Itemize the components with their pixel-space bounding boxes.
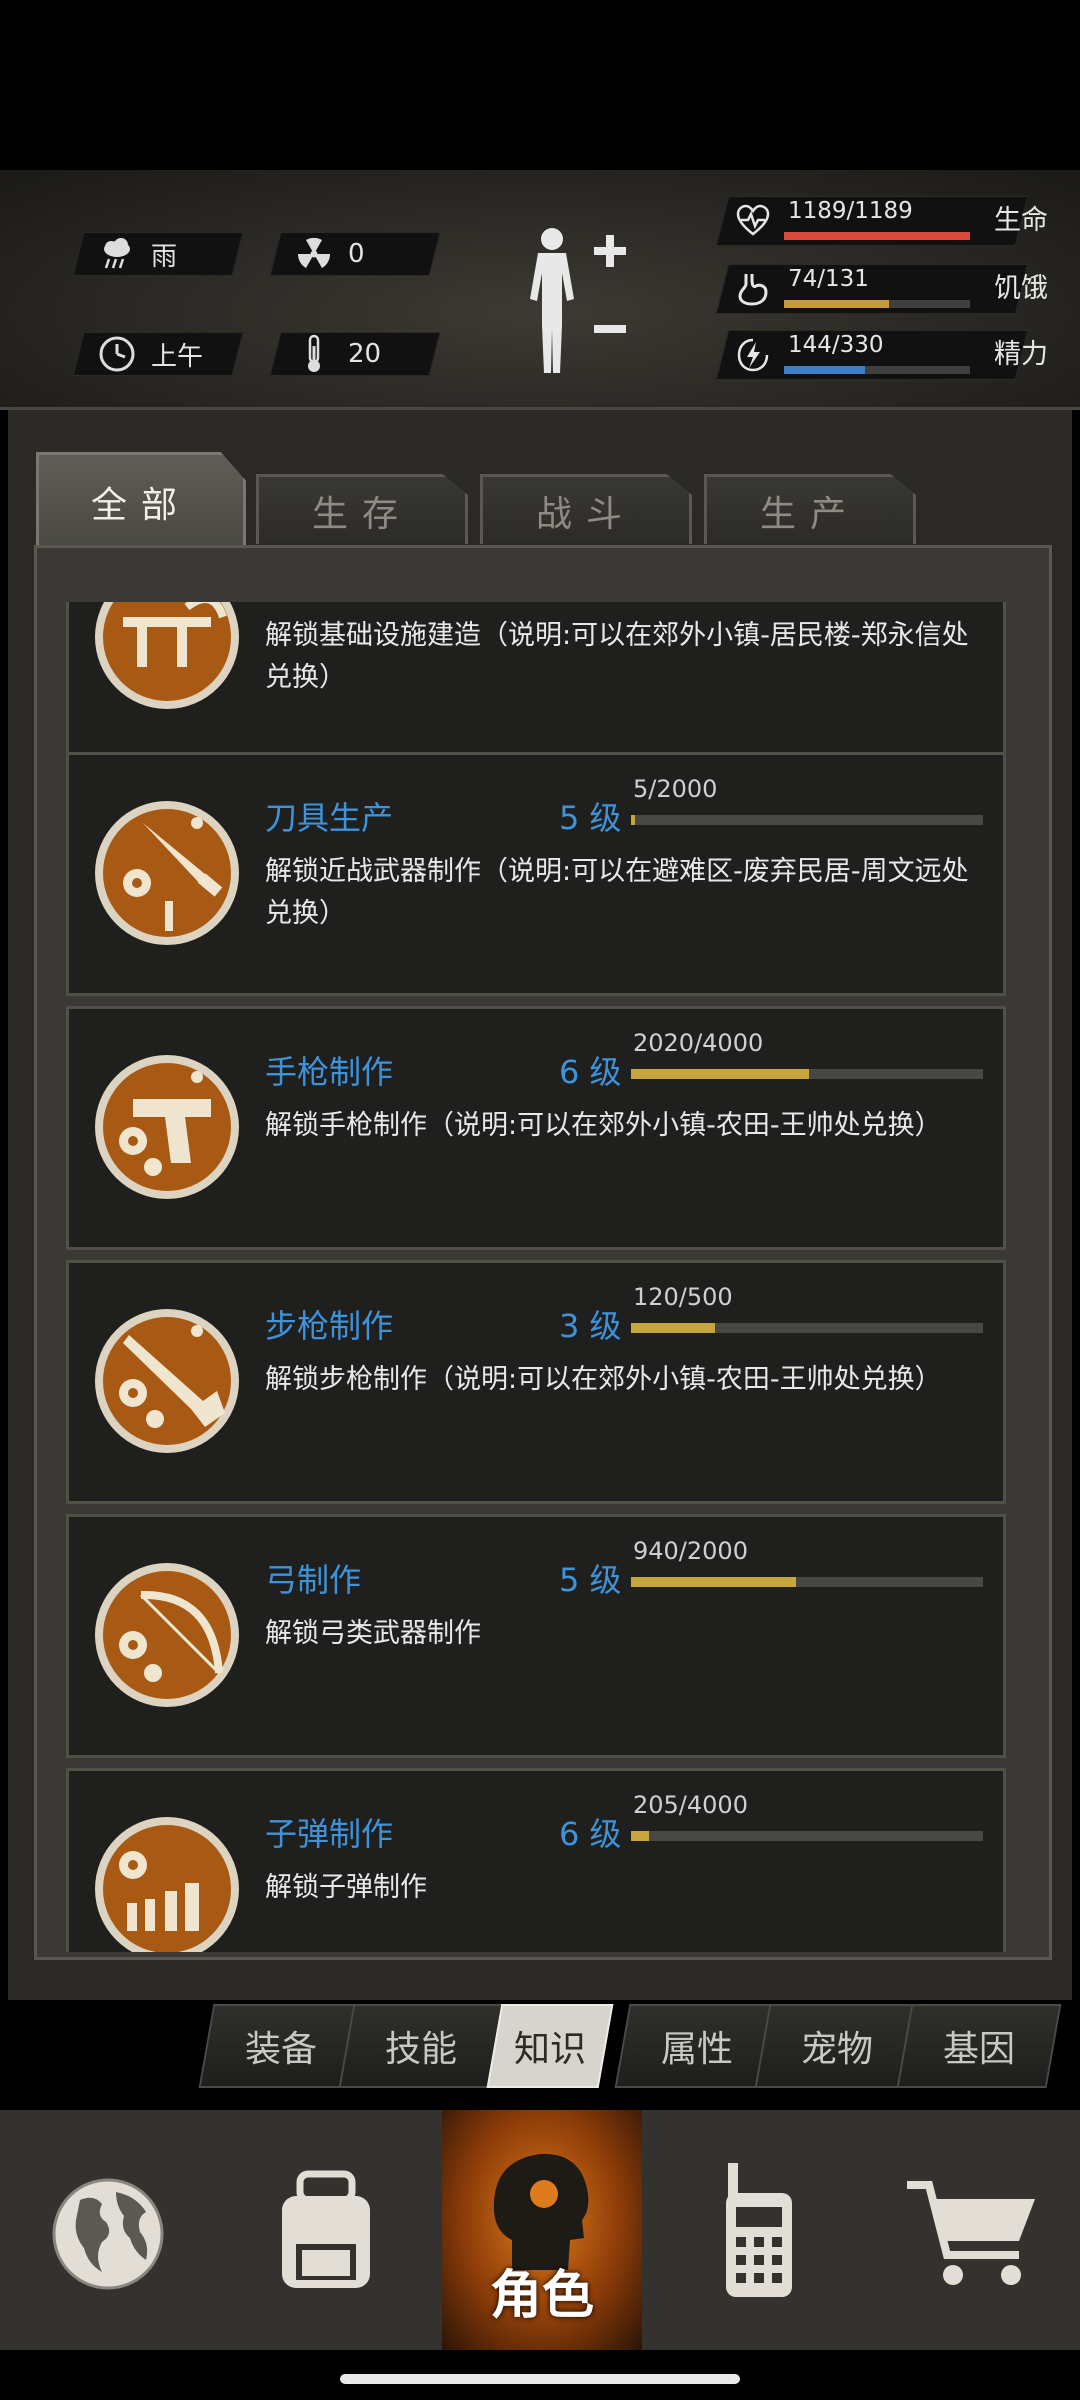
hunger-value: 74/131 (788, 266, 869, 292)
subtab-genes[interactable]: 基因 (896, 2004, 1062, 2088)
skill-xp: 2020/4000 (633, 1029, 764, 1057)
skill-card-pistol[interactable]: 手枪制作 6 级 2020/4000 解锁手枪制作（说明:可以在郊外小镇-农田-… (66, 1006, 1006, 1250)
heart-pulse-icon (736, 204, 770, 238)
nav-backpack[interactable] (216, 2110, 436, 2350)
hunger-label: 饥饿 (994, 273, 1048, 304)
bullet-crafting-icon (93, 1799, 241, 1952)
skill-level: 3 级 (559, 1307, 622, 1345)
skill-xp: 940/2000 (633, 1537, 748, 1565)
tab-survival[interactable]: 生存 (256, 474, 468, 544)
skill-description: 解锁弓类武器制作 (265, 1618, 481, 1649)
minus-icon (594, 325, 626, 333)
skill-card-bullet[interactable]: 子弹制作 6 级 205/4000 解锁子弹制作 (66, 1768, 1006, 1952)
rain-cloud-icon (97, 234, 137, 274)
time-chip: 上午 (72, 332, 244, 376)
walkie-talkie-icon (726, 2163, 792, 2297)
skill-level: 6 级 (559, 1815, 622, 1853)
skill-card-infrastructure[interactable]: 解锁基础设施建造（说明:可以在郊外小镇-居民楼-郑永信处兑换） (66, 602, 1006, 756)
backpack-icon (282, 2170, 370, 2288)
radiation-value: 0 (348, 239, 365, 269)
building-construction-icon (93, 602, 241, 727)
skill-description: 解锁近战武器制作（说明:可以在避难区-废弃民居-周文远处兑换） (265, 856, 969, 929)
globe-icon (52, 2178, 164, 2290)
stomach-icon (736, 272, 770, 306)
health-bar (784, 232, 970, 240)
human-body-icon (530, 228, 626, 373)
skill-level: 6 级 (559, 1053, 622, 1091)
skill-name: 步枪制作 (265, 1307, 394, 1345)
subtab-pets[interactable]: 宠物 (754, 2004, 920, 2088)
nav-map[interactable] (0, 2110, 220, 2350)
skill-xp: 120/500 (633, 1283, 733, 1311)
skill-progress-bar (631, 1323, 983, 1333)
subtab-skills[interactable]: 技能 (338, 2004, 504, 2088)
bottom-navigation: 角色 (0, 2110, 1080, 2350)
stat-hunger: 74/131 饥饿 (715, 264, 1062, 314)
skill-description: 解锁基础设施建造（说明:可以在郊外小镇-居民楼-郑永信处兑换） (265, 620, 969, 693)
skill-card-rifle[interactable]: 步枪制作 3 级 120/500 解锁步枪制作（说明:可以在郊外小镇-农田-王帅… (66, 1260, 1006, 1504)
health-label: 生命 (994, 205, 1048, 236)
knife-crafting-icon (93, 783, 241, 963)
skill-progress-bar (631, 1069, 983, 1079)
thermometer-icon (294, 334, 334, 374)
skill-progress-bar (631, 815, 983, 825)
skill-list[interactable]: 解锁基础设施建造（说明:可以在郊外小镇-居民楼-郑永信处兑换） 刀具生产 5 级… (66, 602, 1006, 1952)
health-value: 1189/1189 (788, 198, 913, 224)
home-indicator[interactable] (340, 2374, 740, 2384)
nav-radio[interactable] (650, 2110, 870, 2350)
weather-label: 雨 (151, 241, 178, 272)
hunger-bar (784, 300, 970, 308)
skill-name: 子弹制作 (265, 1815, 394, 1853)
skill-xp: 205/4000 (633, 1791, 748, 1819)
status-bar (0, 0, 1080, 170)
nav-shop[interactable] (866, 2110, 1080, 2350)
rifle-crafting-icon (93, 1291, 241, 1471)
nav-character[interactable]: 角色 (442, 2110, 642, 2350)
stat-energy: 144/330 精力 (715, 330, 1062, 380)
skill-description: 解锁步枪制作（说明:可以在郊外小镇-农田-王帅处兑换） (265, 1364, 942, 1395)
pistol-crafting-icon (93, 1037, 241, 1217)
clock-icon (97, 334, 137, 374)
energy-value: 144/330 (788, 332, 884, 358)
energy-label: 精力 (994, 339, 1048, 370)
stat-health: 1189/1189 生命 (715, 196, 1062, 246)
category-tabs: 全部 生存 战斗 生产 (36, 452, 916, 548)
tab-combat[interactable]: 战斗 (480, 474, 692, 544)
skill-progress-bar (631, 1577, 983, 1587)
skill-name: 弓制作 (265, 1561, 362, 1599)
skill-level: 5 级 (559, 799, 622, 837)
time-label: 上午 (151, 341, 204, 372)
skill-level: 5 级 (559, 1561, 622, 1599)
radiation-icon (294, 234, 334, 274)
radiation-chip: 0 (269, 232, 441, 276)
weather-chip: 雨 (72, 232, 244, 276)
skill-progress-bar (631, 1831, 983, 1841)
subtab-attributes[interactable]: 属性 (614, 2004, 780, 2088)
skill-xp: 5/2000 (633, 775, 718, 803)
skill-name: 刀具生产 (265, 799, 394, 837)
skill-name: 手枪制作 (265, 1053, 394, 1091)
skill-card-knife[interactable]: 刀具生产 5 级 5/2000 解锁近战武器制作（说明:可以在避难区-废弃民居-… (66, 752, 1006, 996)
temperature-value: 20 (348, 339, 382, 369)
skill-description: 解锁手枪制作（说明:可以在郊外小镇-农田-王帅处兑换） (265, 1110, 942, 1141)
nav-character-label: 角色 (489, 2266, 594, 2326)
bow-crafting-icon (93, 1545, 241, 1725)
subtab-equipment[interactable]: 装备 (198, 2004, 364, 2088)
tab-all[interactable]: 全部 (36, 452, 246, 548)
skill-card-bow[interactable]: 弓制作 5 级 940/2000 解锁弓类武器制作 (66, 1514, 1006, 1758)
tab-production[interactable]: 生产 (704, 474, 916, 544)
skill-description: 解锁子弹制作 (265, 1872, 427, 1903)
temperature-chip: 20 (269, 332, 441, 376)
energy-bar (784, 366, 970, 374)
shopping-cart-icon (907, 2181, 1035, 2285)
character-subtabs: 装备 技能 知识 属性 宠物 基因 (196, 2000, 1062, 2095)
subtab-knowledge[interactable]: 知识 (486, 2004, 614, 2088)
body-status-button[interactable] (520, 225, 630, 385)
energy-bolt-icon (736, 338, 770, 372)
